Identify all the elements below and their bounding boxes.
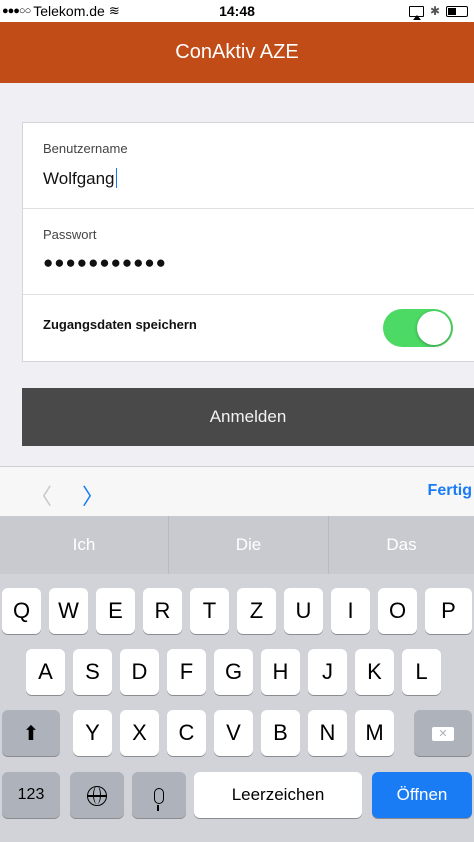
status-time: 14:48: [219, 3, 255, 19]
key-x[interactable]: X: [120, 710, 159, 756]
key-w[interactable]: W: [49, 588, 88, 634]
key-m[interactable]: M: [355, 710, 394, 756]
key-y[interactable]: Y: [73, 710, 112, 756]
page-title: ConAktiv AZE: [175, 41, 299, 63]
password-label: Passwort: [43, 227, 97, 242]
shift-icon: ⬆: [22, 723, 40, 745]
key-a[interactable]: A: [26, 649, 65, 695]
keyboard-accessory-bar: 〈 〉 Fertig: [0, 466, 474, 516]
key-o[interactable]: O: [378, 588, 417, 634]
password-input[interactable]: ●●●●●●●●●●●: [43, 253, 167, 273]
globe-key[interactable]: [70, 772, 124, 818]
key-h[interactable]: H: [261, 649, 300, 695]
predictive-bar: Ich Die Das: [0, 516, 474, 574]
chevron-right-icon[interactable]: 〉: [82, 479, 104, 511]
key-j[interactable]: J: [308, 649, 347, 695]
done-button[interactable]: Fertig: [428, 482, 472, 500]
toggle-knob: [417, 311, 451, 345]
key-k[interactable]: K: [355, 649, 394, 695]
battery-icon: [446, 5, 468, 17]
space-key[interactable]: Leerzeichen: [194, 772, 362, 818]
save-credentials-toggle[interactable]: [383, 309, 453, 347]
nav-bar: ConAktiv AZE: [0, 22, 474, 83]
key-n[interactable]: N: [308, 710, 347, 756]
prediction-2[interactable]: Die: [168, 516, 328, 574]
status-right: ✱: [408, 0, 468, 22]
key-p[interactable]: P: [425, 588, 472, 634]
password-field[interactable]: Passwort ●●●●●●●●●●●: [23, 209, 474, 295]
prediction-3[interactable]: Das: [328, 516, 474, 574]
key-c[interactable]: C: [167, 710, 206, 756]
chevron-left-icon[interactable]: 〈: [30, 479, 52, 511]
airplay-icon: [408, 5, 424, 20]
username-label: Benutzername: [43, 141, 128, 156]
key-d[interactable]: D: [120, 649, 159, 695]
key-s[interactable]: S: [73, 649, 112, 695]
key-b[interactable]: B: [261, 710, 300, 756]
key-f[interactable]: F: [167, 649, 206, 695]
shift-key[interactable]: ⬆: [2, 710, 60, 756]
keyboard: Q W E R T Z U I O P A S D F G H J K L ⬆ …: [0, 574, 474, 842]
prediction-1[interactable]: Ich: [0, 516, 168, 574]
login-button[interactable]: Anmelden: [22, 388, 474, 446]
key-z[interactable]: Z: [237, 588, 276, 634]
key-u[interactable]: U: [284, 588, 323, 634]
save-credentials-row: Zugangsdaten speichern: [23, 295, 474, 361]
bluetooth-icon: ✱: [429, 4, 440, 18]
numbers-key[interactable]: 123: [2, 772, 60, 818]
key-r[interactable]: R: [143, 588, 182, 634]
dictation-key[interactable]: [132, 772, 186, 818]
text-caret: [115, 168, 117, 188]
globe-icon: [87, 786, 107, 807]
key-v[interactable]: V: [214, 710, 253, 756]
key-g[interactable]: G: [214, 649, 253, 695]
login-form: Benutzername Wolfgang Passwort ●●●●●●●●●…: [22, 122, 474, 362]
backspace-icon: ✕: [432, 727, 454, 742]
open-key[interactable]: Öffnen: [372, 772, 472, 818]
key-q[interactable]: Q: [2, 588, 41, 634]
save-credentials-label: Zugangsdaten speichern: [43, 317, 197, 332]
key-l[interactable]: L: [402, 649, 441, 695]
backspace-key[interactable]: ✕: [414, 710, 472, 756]
key-e[interactable]: E: [96, 588, 135, 634]
key-i[interactable]: I: [331, 588, 370, 634]
key-t[interactable]: T: [190, 588, 229, 634]
username-input[interactable]: Wolfgang: [43, 168, 117, 189]
status-bar: ●●●○○ Telekom.de ≋ 14:48 ✱: [0, 0, 474, 22]
username-field[interactable]: Benutzername Wolfgang: [23, 123, 474, 209]
microphone-icon: [154, 788, 164, 812]
username-value: Wolfgang: [43, 169, 115, 188]
